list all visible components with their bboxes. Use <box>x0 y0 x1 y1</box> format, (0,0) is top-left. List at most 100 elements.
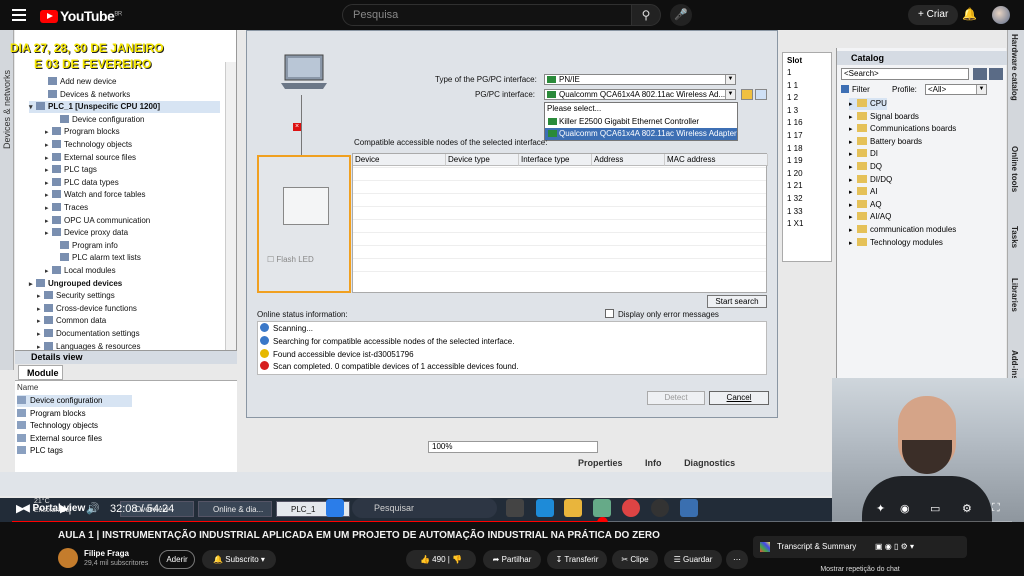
tree-item[interactable]: Devices & networks <box>41 89 220 101</box>
expand-arrow-icon[interactable]: ▸ <box>849 124 857 136</box>
settings-gear-icon[interactable]: ⚙ <box>962 502 972 515</box>
chevron-down-icon[interactable]: ▼ <box>976 85 986 94</box>
dropdown-option[interactable]: Please select... <box>545 103 737 115</box>
slot-row[interactable]: 1 16 <box>787 117 803 129</box>
store-icon[interactable] <box>593 499 611 517</box>
tree-item[interactable]: ▸ Technology objects <box>45 139 220 151</box>
edge-icon[interactable] <box>536 499 554 517</box>
catalog-item[interactable]: ▸ AQ <box>849 199 882 211</box>
tab-hardware-catalog[interactable]: Hardware catalog <box>1010 34 1019 101</box>
settings-icon[interactable] <box>741 89 753 100</box>
tree-item[interactable]: ▸ Local modules <box>45 265 220 277</box>
slot-row[interactable]: 1 3 <box>787 105 798 117</box>
expand-arrow-icon[interactable]: ▸ <box>849 238 857 250</box>
tree-item[interactable]: Program info <box>53 240 220 252</box>
tree-item[interactable]: ▸ PLC data types <box>45 177 220 189</box>
transcript-summary-button[interactable]: Transcript & Summary ▣ ◉ ▯ ⚙ ▾ <box>753 536 967 558</box>
catalog-item[interactable]: ▸ CPU <box>849 98 887 110</box>
fullscreen-icon[interactable]: ⛶ <box>992 502 1000 515</box>
tree-item[interactable]: ▸ Program blocks <box>45 126 220 138</box>
like-button[interactable]: 👍 490 | 👎 <box>406 550 476 569</box>
slot-row[interactable]: 1 18 <box>787 143 803 155</box>
download-button[interactable]: ↧ Transferir <box>547 550 607 569</box>
search-backward-icon[interactable] <box>989 68 1003 80</box>
tab-libraries[interactable]: Libraries <box>1010 278 1019 312</box>
expand-arrow-icon[interactable]: ▸ <box>37 329 44 341</box>
notifications-bell-icon[interactable]: 🔔 <box>962 7 977 21</box>
slot-row[interactable]: 1 32 <box>787 193 803 205</box>
tab-module[interactable]: Module <box>18 365 63 380</box>
table-column-header[interactable]: Address <box>592 154 665 166</box>
tree-scrollbar[interactable] <box>225 62 236 350</box>
expand-arrow-icon[interactable]: ▸ <box>849 175 857 187</box>
more-options-icon[interactable]: ⋯ <box>726 550 748 569</box>
expand-arrow-icon[interactable]: ▸ <box>45 228 52 240</box>
tab-tasks[interactable]: Tasks <box>1010 226 1019 248</box>
tree-item[interactable]: ▸ Common data <box>37 315 220 327</box>
catalog-item[interactable]: ▸ DI <box>849 148 878 160</box>
taskbar-search[interactable]: Pesquisar <box>352 498 497 518</box>
app-icon[interactable] <box>651 499 669 517</box>
tree-item[interactable]: ▸ Cross-device functions <box>37 303 220 315</box>
expand-arrow-icon[interactable]: ▸ <box>849 225 857 237</box>
table-column-header[interactable]: Device <box>353 154 446 166</box>
zoom-select[interactable]: 100% <box>428 441 598 453</box>
filter-checkbox[interactable]: Filter <box>841 85 870 94</box>
expand-arrow-icon[interactable]: ▸ <box>45 178 52 190</box>
subtitles-icon[interactable]: ▭ <box>930 502 940 515</box>
tree-item[interactable]: Add new device <box>41 76 220 88</box>
expand-arrow-icon[interactable]: ▸ <box>37 304 44 316</box>
table-column-header[interactable]: Interface type <box>519 154 592 166</box>
expand-arrow-icon[interactable]: ▸ <box>45 266 52 278</box>
avatar[interactable] <box>992 6 1010 24</box>
expand-arrow-icon[interactable]: ▸ <box>849 187 857 199</box>
catalog-item[interactable]: ▸ Communications boards <box>849 123 956 135</box>
start-search-button[interactable]: Start search <box>707 295 767 308</box>
search-button[interactable]: ⚲ <box>631 4 661 26</box>
profile-select[interactable]: <All> ▼ <box>925 84 987 95</box>
catalog-item[interactable]: ▸ communication modules <box>849 224 956 236</box>
expand-arrow-icon[interactable]: ▸ <box>45 153 52 165</box>
slot-row[interactable]: 1 20 <box>787 168 803 180</box>
catalog-item[interactable]: ▸ Technology modules <box>849 237 943 249</box>
slot-row[interactable]: 1 17 <box>787 130 803 142</box>
tia-portal-icon[interactable] <box>680 499 698 517</box>
table-column-header[interactable]: Device type <box>446 154 519 166</box>
flash-led-checkbox[interactable]: ☐ Flash LED <box>267 255 314 264</box>
catalog-search-input[interactable]: <Search> <box>841 68 969 80</box>
iface-select[interactable]: Qualcomm QCA61x4A 802.11ac Wireless Ad..… <box>544 89 736 100</box>
slot-row[interactable]: 1 19 <box>787 155 803 167</box>
dropdown-option[interactable]: Killer E2500 Gigabit Ethernet Controller <box>545 116 737 128</box>
tab-info[interactable]: Info <box>645 458 662 468</box>
play-icon[interactable]: ▶ <box>16 502 24 515</box>
search-input[interactable]: Pesquisa <box>342 4 632 26</box>
catalog-item[interactable]: ▸ Signal boards <box>849 111 919 123</box>
type-select[interactable]: PN/IE ▼ <box>544 74 736 85</box>
catalog-item[interactable]: ▸ DI/DQ <box>849 174 892 186</box>
tree-item[interactable]: ▸ Security settings <box>37 290 220 302</box>
tab-add-ins[interactable]: Add-ins <box>1010 350 1019 380</box>
tree-item[interactable]: ▸ Documentation settings <box>37 328 220 340</box>
tree-item[interactable]: ▸ Traces <box>45 202 220 214</box>
chrome-icon[interactable] <box>622 499 640 517</box>
expand-arrow-icon[interactable]: ▸ <box>849 137 857 149</box>
next-icon[interactable]: ▶| <box>60 502 71 515</box>
tree-item[interactable]: ▸ PLC tags <box>45 164 220 176</box>
expand-arrow-icon[interactable]: ▸ <box>849 162 857 174</box>
search-forward-icon[interactable] <box>973 68 987 80</box>
detect-button[interactable]: Detect <box>647 391 705 405</box>
catalog-item[interactable]: ▸ AI <box>849 186 878 198</box>
video-player[interactable]: Devices & networks Add new device Devices… <box>0 30 1024 522</box>
details-row[interactable]: External source files <box>17 433 132 445</box>
volume-icon[interactable]: 🔊 <box>86 502 100 515</box>
tree-item[interactable]: ▸ External source files <box>45 152 220 164</box>
expand-arrow-icon[interactable]: ▸ <box>45 190 52 202</box>
tree-item[interactable]: Device configuration <box>53 114 220 126</box>
tree-item[interactable]: ▾ PLC_1 [Unspecific CPU 1200] <box>29 101 220 114</box>
tab-online-tools[interactable]: Online tools <box>1010 146 1019 192</box>
extension-toolbar-icons[interactable]: ▣ ◉ ▯ ⚙ ▾ <box>875 536 914 558</box>
expand-arrow-icon[interactable]: ▸ <box>29 279 36 291</box>
dropdown-option[interactable]: Qualcomm QCA61x4A 802.11ac Wireless Adap… <box>545 128 737 140</box>
tree-item[interactable]: PLC alarm text lists <box>53 252 220 264</box>
subscribe-button[interactable]: 🔔 Subscrito ▾ <box>202 550 276 569</box>
